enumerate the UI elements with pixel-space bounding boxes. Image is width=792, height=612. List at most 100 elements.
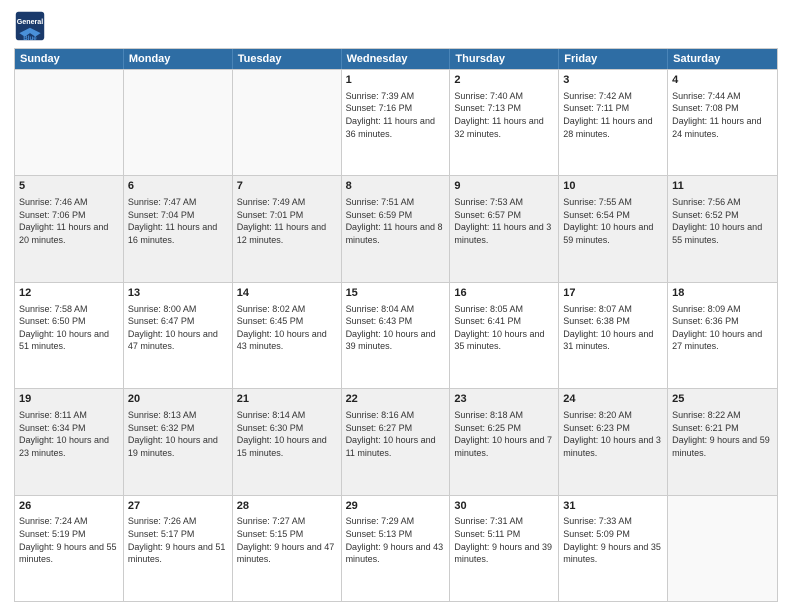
calendar-row-1: 5 Sunrise: 7:46 AM Sunset: 7:06 PM Daylig… [15,175,777,281]
calendar-cell-9: 9 Sunrise: 7:53 AM Sunset: 6:57 PM Daylig… [450,176,559,281]
day-number: 28 [237,499,337,514]
logo-icon: General Blue [14,10,46,42]
day-number: 20 [128,392,228,407]
header-cell-thursday: Thursday [450,49,559,69]
day-number: 14 [237,286,337,301]
calendar-cell-28: 28Sunrise: 7:27 AM Sunset: 5:15 PM Dayli… [233,496,342,601]
calendar-cell-30: 30Sunrise: 7:31 AM Sunset: 5:11 PM Dayli… [450,496,559,601]
day-number: 30 [454,499,554,514]
cell-info: Sunrise: 7:53 AM Sunset: 6:57 PM Dayligh… [454,196,554,246]
cell-info: Sunrise: 7:26 AM Sunset: 5:17 PM Dayligh… [128,515,228,565]
calendar-row-0: 1 Sunrise: 7:39 AM Sunset: 7:16 PM Daylig… [15,69,777,175]
cell-info: Sunrise: 8:04 AM Sunset: 6:43 PM Dayligh… [346,303,446,353]
day-number: 2 [454,73,554,88]
cell-info: Sunrise: 8:16 AM Sunset: 6:27 PM Dayligh… [346,409,446,459]
header-cell-tuesday: Tuesday [233,49,342,69]
calendar-cell-21: 21 Sunrise: 8:14 AM Sunset: 6:30 PM Dayli… [233,389,342,494]
calendar-cell-19: 19 Sunrise: 8:11 AM Sunset: 6:34 PM Dayli… [15,389,124,494]
day-number: 23 [454,392,554,407]
calendar-body: 1 Sunrise: 7:39 AM Sunset: 7:16 PM Daylig… [15,69,777,601]
calendar-cell-27: 27Sunrise: 7:26 AM Sunset: 5:17 PM Dayli… [124,496,233,601]
calendar-cell-17: 17Sunrise: 8:07 AM Sunset: 6:38 PM Dayli… [559,283,668,388]
calendar-cell-7: 7Sunrise: 7:49 AM Sunset: 7:01 PM Daylig… [233,176,342,281]
logo: General Blue [14,10,48,42]
day-number: 27 [128,499,228,514]
header-cell-wednesday: Wednesday [342,49,451,69]
cell-info: Sunrise: 7:27 AM Sunset: 5:15 PM Dayligh… [237,515,337,565]
cell-info: Sunrise: 7:33 AM Sunset: 5:09 PM Dayligh… [563,515,663,565]
calendar-cell-31: 31Sunrise: 7:33 AM Sunset: 5:09 PM Dayli… [559,496,668,601]
cell-info: Sunrise: 7:56 AM Sunset: 6:52 PM Dayligh… [672,196,773,246]
day-number: 26 [19,499,119,514]
header-cell-saturday: Saturday [668,49,777,69]
calendar-cell-11: 11 Sunrise: 7:56 AM Sunset: 6:52 PM Dayli… [668,176,777,281]
cell-info: Sunrise: 8:11 AM Sunset: 6:34 PM Dayligh… [19,409,119,459]
header-cell-friday: Friday [559,49,668,69]
calendar-cell-20: 20 Sunrise: 8:13 AM Sunset: 6:32 PM Dayli… [124,389,233,494]
cell-info: Sunrise: 7:44 AM Sunset: 7:08 PM Dayligh… [672,90,773,140]
day-number: 17 [563,286,663,301]
calendar-row-2: 12 Sunrise: 7:58 AM Sunset: 6:50 PM Dayli… [15,282,777,388]
day-number: 25 [672,392,773,407]
day-number: 18 [672,286,773,301]
cell-info: Sunrise: 8:22 AM Sunset: 6:21 PM Dayligh… [672,409,773,459]
calendar-cell-22: 22 Sunrise: 8:16 AM Sunset: 6:27 PM Dayli… [342,389,451,494]
cell-info: Sunrise: 8:18 AM Sunset: 6:25 PM Dayligh… [454,409,554,459]
cell-info: Sunrise: 7:24 AM Sunset: 5:19 PM Dayligh… [19,515,119,565]
calendar-header: SundayMondayTuesdayWednesdayThursdayFrid… [15,49,777,69]
cell-info: Sunrise: 8:02 AM Sunset: 6:45 PM Dayligh… [237,303,337,353]
calendar-cell-4: 4 Sunrise: 7:44 AM Sunset: 7:08 PM Daylig… [668,70,777,175]
calendar-cell-empty-0-1 [124,70,233,175]
calendar-cell-empty-0-2 [233,70,342,175]
calendar-cell-1: 1 Sunrise: 7:39 AM Sunset: 7:16 PM Daylig… [342,70,451,175]
calendar-cell-23: 23 Sunrise: 8:18 AM Sunset: 6:25 PM Dayli… [450,389,559,494]
cell-info: Sunrise: 7:47 AM Sunset: 7:04 PM Dayligh… [128,196,228,246]
cell-info: Sunrise: 8:13 AM Sunset: 6:32 PM Dayligh… [128,409,228,459]
cell-info: Sunrise: 8:14 AM Sunset: 6:30 PM Dayligh… [237,409,337,459]
calendar-row-4: 26Sunrise: 7:24 AM Sunset: 5:19 PM Dayli… [15,495,777,601]
day-number: 31 [563,499,663,514]
cell-info: Sunrise: 8:05 AM Sunset: 6:41 PM Dayligh… [454,303,554,353]
calendar-cell-empty-4-6 [668,496,777,601]
calendar-cell-12: 12 Sunrise: 7:58 AM Sunset: 6:50 PM Dayli… [15,283,124,388]
header-cell-sunday: Sunday [15,49,124,69]
day-number: 8 [346,179,446,194]
day-number: 19 [19,392,119,407]
day-number: 5 [19,179,119,194]
day-number: 4 [672,73,773,88]
day-number: 11 [672,179,773,194]
calendar-cell-25: 25 Sunrise: 8:22 AM Sunset: 6:21 PM Dayli… [668,389,777,494]
day-number: 1 [346,73,446,88]
day-number: 10 [563,179,663,194]
svg-text:General: General [17,18,44,26]
cell-info: Sunrise: 8:09 AM Sunset: 6:36 PM Dayligh… [672,303,773,353]
cell-info: Sunrise: 7:46 AM Sunset: 7:06 PM Dayligh… [19,196,119,246]
calendar-cell-16: 16Sunrise: 8:05 AM Sunset: 6:41 PM Dayli… [450,283,559,388]
cell-info: Sunrise: 8:20 AM Sunset: 6:23 PM Dayligh… [563,409,663,459]
calendar-page: General Blue SundayMondayTuesdayWednesda… [0,0,792,612]
day-number: 24 [563,392,663,407]
day-number: 21 [237,392,337,407]
cell-info: Sunrise: 7:58 AM Sunset: 6:50 PM Dayligh… [19,303,119,353]
calendar-cell-5: 5 Sunrise: 7:46 AM Sunset: 7:06 PM Daylig… [15,176,124,281]
header-cell-monday: Monday [124,49,233,69]
calendar-cell-3: 3 Sunrise: 7:42 AM Sunset: 7:11 PM Daylig… [559,70,668,175]
calendar-cell-10: 10 Sunrise: 7:55 AM Sunset: 6:54 PM Dayli… [559,176,668,281]
day-number: 29 [346,499,446,514]
calendar: SundayMondayTuesdayWednesdayThursdayFrid… [14,48,778,602]
cell-info: Sunrise: 7:42 AM Sunset: 7:11 PM Dayligh… [563,90,663,140]
cell-info: Sunrise: 7:40 AM Sunset: 7:13 PM Dayligh… [454,90,554,140]
calendar-cell-13: 13Sunrise: 8:00 AM Sunset: 6:47 PM Dayli… [124,283,233,388]
calendar-cell-14: 14 Sunrise: 8:02 AM Sunset: 6:45 PM Dayli… [233,283,342,388]
cell-info: Sunrise: 7:29 AM Sunset: 5:13 PM Dayligh… [346,515,446,565]
day-number: 12 [19,286,119,301]
day-number: 9 [454,179,554,194]
cell-info: Sunrise: 7:55 AM Sunset: 6:54 PM Dayligh… [563,196,663,246]
day-number: 3 [563,73,663,88]
calendar-row-3: 19 Sunrise: 8:11 AM Sunset: 6:34 PM Dayli… [15,388,777,494]
day-number: 22 [346,392,446,407]
cell-info: Sunrise: 7:31 AM Sunset: 5:11 PM Dayligh… [454,515,554,565]
header: General Blue [14,10,778,42]
cell-info: Sunrise: 7:39 AM Sunset: 7:16 PM Dayligh… [346,90,446,140]
calendar-cell-6: 6Sunrise: 7:47 AM Sunset: 7:04 PM Daylig… [124,176,233,281]
